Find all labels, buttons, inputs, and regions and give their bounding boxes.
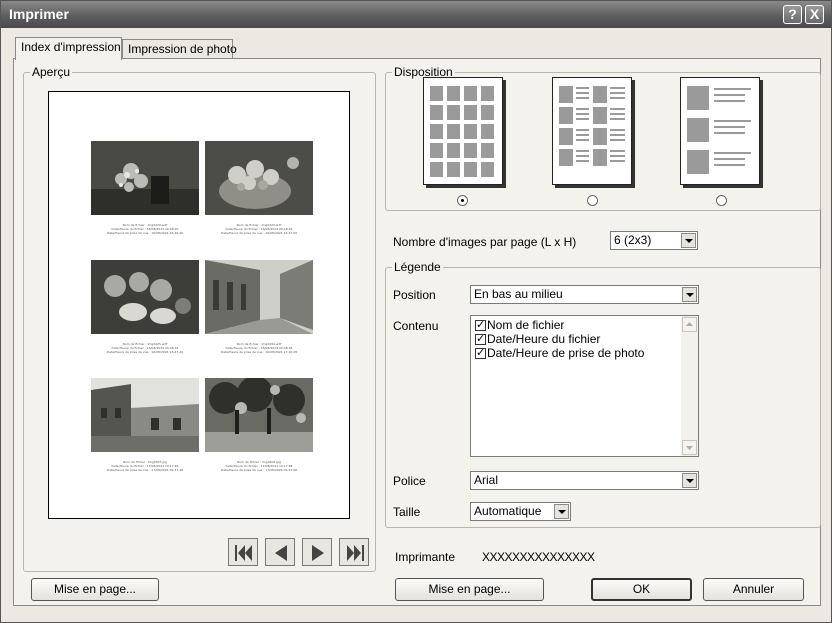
checkbox[interactable] [475, 346, 486, 359]
scroll-down-icon[interactable] [682, 440, 697, 455]
details-layout-icon [687, 86, 751, 174]
window-title: Imprimer [9, 6, 69, 22]
preview-photo-card: Nom de fichier : Img0225.wdf Date/Heure … [91, 260, 199, 354]
legend-group-label: Légende [394, 260, 441, 274]
content-item-shot-datetime[interactable]: Date/Heure de prise de photo [475, 346, 644, 361]
content-item-filename[interactable]: Nom de fichier [475, 318, 564, 333]
scroll-up-icon[interactable] [682, 317, 697, 332]
page-setup-button[interactable]: Mise en page... [395, 578, 544, 601]
checkbox[interactable] [475, 318, 486, 331]
photo-caption: Nom de fichier : Img0294.wdf Date/Heure … [220, 342, 298, 354]
preview-group-label: Aperçu [32, 65, 71, 79]
first-page-icon [235, 545, 252, 561]
size-label: Taille [393, 505, 421, 519]
checkbox[interactable] [475, 332, 486, 345]
photo-street [205, 260, 313, 334]
help-icon: ? [788, 6, 797, 22]
preview-photo-card: Nom de fichier : Img0307.jpg Date/Heure … [91, 378, 199, 472]
photo-church [91, 378, 199, 452]
title-bar: Imprimer ? X [1, 1, 831, 28]
images-per-page-value: 6 (2x3) [614, 233, 652, 247]
photo-trees [205, 378, 313, 452]
preview-photo-card: Nom de fichier : Img0402.jpg Date/Heure … [205, 378, 313, 472]
preview-page: Nom de fichier : Img0220.wdf Date/Heure … [48, 91, 350, 519]
tab-photo-print[interactable]: Impression de photo [122, 39, 237, 59]
photo-fruit-bowl [205, 141, 313, 215]
content-label: Contenu [393, 319, 439, 333]
close-button[interactable]: X [805, 5, 824, 24]
chevron-down-icon [682, 473, 697, 488]
photo-caption: Nom de fichier : Img0220.wdf Date/Heure … [106, 223, 184, 235]
tab-label: Impression de photo [128, 42, 237, 56]
images-per-page-label: Nombre d'images par page (L x H) [393, 235, 577, 249]
cancel-button[interactable]: Annuler [703, 578, 804, 601]
layout-list-option[interactable] [552, 77, 632, 185]
photo-caption: Nom de fichier : Img0225.wdf Date/Heure … [106, 342, 184, 354]
position-select[interactable]: En bas au milieu [470, 285, 699, 304]
layout-grid-radio[interactable] [457, 195, 468, 206]
photo-bouquet [91, 141, 199, 215]
layout-details-radio[interactable] [716, 195, 727, 206]
ok-button[interactable]: OK [591, 578, 692, 601]
tab-print-index[interactable]: Index d'impression [15, 37, 122, 60]
layout-grid-option[interactable] [423, 77, 503, 185]
list-layout-icon [559, 86, 625, 166]
size-value: Automatique [474, 504, 542, 518]
preview-photo-card: Nom de fichier : Img0294.wdf Date/Heure … [205, 260, 313, 354]
prev-page-icon [275, 545, 287, 561]
chevron-down-icon [682, 287, 697, 302]
size-select[interactable]: Automatique [470, 502, 571, 521]
grid-layout-icon [430, 86, 494, 177]
prev-page-button[interactable] [265, 538, 295, 566]
font-label: Police [393, 474, 426, 488]
font-value: Arial [474, 473, 499, 487]
tab-label: Index d'impression [21, 40, 121, 54]
images-per-page-select[interactable]: 6 (2x3) [610, 231, 698, 250]
chevron-down-icon [554, 504, 569, 519]
position-value: En bas au milieu [474, 287, 563, 301]
close-icon: X [809, 6, 820, 22]
listbox-scrollbar[interactable] [681, 316, 698, 456]
chevron-down-icon [681, 233, 696, 248]
content-item-file-datetime[interactable]: Date/Heure du fichier [475, 332, 600, 347]
preview-photo-card: Nom de fichier : Img0220.wdf Date/Heure … [91, 141, 199, 235]
printer-name: XXXXXXXXXXXXXXX [482, 550, 595, 564]
first-page-button[interactable] [228, 538, 258, 566]
next-page-button[interactable] [302, 538, 332, 566]
layout-details-option[interactable] [680, 77, 760, 185]
photo-fruits [91, 260, 199, 334]
position-label: Position [393, 288, 436, 302]
content-listbox[interactable]: Nom de fichier Date/Heure du fichier Dat… [470, 315, 699, 457]
preview-page-setup-button[interactable]: Mise en page... [31, 578, 159, 601]
photo-caption: Nom de fichier : Img0223.wdf Date/Heure … [220, 223, 298, 235]
photo-caption: Nom de fichier : Img0402.jpg Date/Heure … [220, 460, 298, 472]
layout-list-radio[interactable] [587, 195, 598, 206]
preview-photo-card: Nom de fichier : Img0223.wdf Date/Heure … [205, 141, 313, 235]
font-select[interactable]: Arial [470, 471, 699, 490]
print-dialog: Imprimer ? X Index d'impression Impressi… [0, 0, 832, 623]
help-button[interactable]: ? [783, 5, 802, 24]
photo-caption: Nom de fichier : Img0307.jpg Date/Heure … [106, 460, 184, 472]
last-page-icon [347, 545, 364, 561]
last-page-button[interactable] [339, 538, 369, 566]
next-page-icon [312, 545, 324, 561]
printer-label: Imprimante [395, 550, 456, 564]
